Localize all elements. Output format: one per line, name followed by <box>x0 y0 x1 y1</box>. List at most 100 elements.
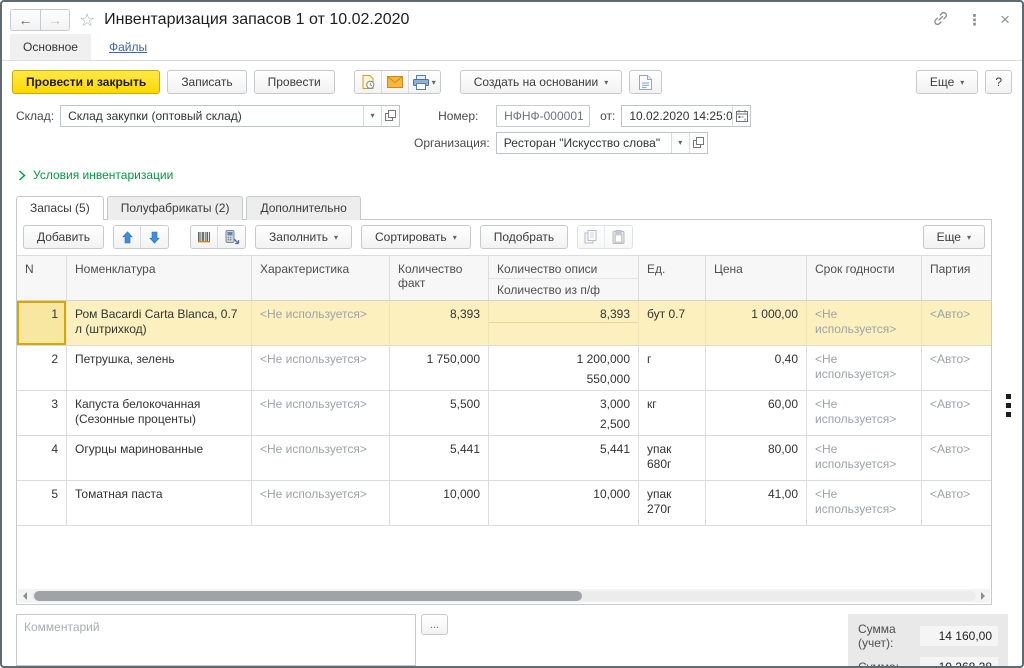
col-nomenclature[interactable]: Номенклатура <box>67 256 252 300</box>
warehouse-label: Склад: <box>16 109 54 123</box>
move-down-icon[interactable] <box>141 226 168 248</box>
table-more-button[interactable]: Еще ▾ <box>923 225 985 249</box>
sum-label: Сумма: <box>858 660 899 668</box>
clipboard-group <box>577 225 633 249</box>
app-window: ← → ☆ Инвентаризация запасов 1 от 10.02.… <box>0 0 1024 668</box>
table-row[interactable]: 1 Ром Bacardi Carta Blanca, 0.7 л (штрих… <box>17 301 991 346</box>
kebab-menu-icon[interactable]: ⋮ <box>967 11 982 29</box>
save-button[interactable]: Записать <box>167 70 246 94</box>
document-fields: Склад: Склад закупки (оптовый склад) ▾ Н… <box>2 102 1022 154</box>
horizontal-scrollbar[interactable] <box>18 589 990 603</box>
number-label: Номер: <box>438 109 490 123</box>
favorite-star-icon[interactable]: ☆ <box>79 11 95 29</box>
close-icon[interactable]: × <box>1000 10 1010 30</box>
col-batch[interactable]: Партия <box>922 256 991 300</box>
inventory-conditions-label: Условия инвентаризации <box>33 168 173 182</box>
barcode-icon[interactable] <box>191 226 218 248</box>
number-value: НФНФ-000001 <box>504 109 584 123</box>
open-list-icon[interactable] <box>689 133 707 153</box>
comment-input[interactable] <box>16 614 416 666</box>
move-up-icon[interactable] <box>114 226 141 248</box>
create-based-on-label: Создать на основании <box>474 75 599 89</box>
barcode-group <box>190 225 246 249</box>
data-terminal-icon[interactable] <box>218 226 245 248</box>
nav-tabs: Основное Файлы <box>2 34 1022 61</box>
scroll-right-icon[interactable] <box>976 589 990 603</box>
open-list-icon[interactable] <box>381 106 399 126</box>
totals-panel: Сумма (учет): 14 160,00 Сумма: 10 268,28 <box>848 614 1008 668</box>
history-nav: ← → <box>10 9 70 31</box>
title-bar: ← → ☆ Инвентаризация запасов 1 от 10.02.… <box>2 2 1022 34</box>
col-unit[interactable]: Ед. <box>639 256 706 300</box>
pick-button[interactable]: Подобрать <box>480 225 568 249</box>
warehouse-value: Склад закупки (оптовый склад) <box>61 106 363 126</box>
tab-additional[interactable]: Дополнительно <box>246 196 360 220</box>
table-row[interactable]: 4 Огурцы маринованные <Не используется> … <box>17 436 991 481</box>
posting-status-icon[interactable] <box>355 71 382 93</box>
more-button[interactable]: Еще ▾ <box>916 70 978 94</box>
organization-label: Организация: <box>414 136 490 150</box>
add-row-button[interactable]: Добавить <box>23 225 104 249</box>
chevron-down-icon[interactable]: ▾ <box>363 106 381 126</box>
tab-stocks[interactable]: Запасы (5) <box>16 196 104 220</box>
scrollbar-track[interactable] <box>32 591 976 601</box>
table-body: 1 Ром Bacardi Carta Blanca, 0.7 л (штрих… <box>17 301 991 526</box>
dropdown-caret-icon: ▾ <box>604 78 608 87</box>
fill-button[interactable]: Заполнить ▾ <box>255 225 352 249</box>
col-n[interactable]: N <box>17 256 67 300</box>
col-expiry[interactable]: Срок годности <box>807 256 922 300</box>
date-field[interactable]: 10.02.2020 14:25:03 <box>621 105 751 127</box>
more-label: Еще <box>930 75 954 89</box>
col-price[interactable]: Цена <box>706 256 807 300</box>
move-row-group <box>113 225 169 249</box>
page-title: Инвентаризация запасов 1 от 10.02.2020 <box>104 11 409 29</box>
scrollbar-thumb[interactable] <box>34 591 582 601</box>
forward-button[interactable]: → <box>40 9 70 31</box>
paste-rows-icon[interactable] <box>605 226 632 248</box>
stocks-panel: Добавить Заполнить ▾ <box>16 219 992 605</box>
calendar-icon[interactable] <box>732 106 750 126</box>
warehouse-combobox[interactable]: Склад закупки (оптовый склад) ▾ <box>60 105 400 127</box>
copy-rows-icon[interactable] <box>578 226 605 248</box>
tab-files[interactable]: Файлы <box>107 34 149 60</box>
post-and-close-button[interactable]: Провести и закрыть <box>12 70 160 94</box>
tab-semifinished[interactable]: Полуфабрикаты (2) <box>107 196 244 220</box>
post-button[interactable]: Провести <box>254 70 335 94</box>
inventory-conditions-link[interactable]: Условия инвентаризации <box>2 158 1022 184</box>
comment-expand-button[interactable]: ... <box>421 614 448 635</box>
number-field[interactable]: НФНФ-000001 <box>496 105 590 127</box>
table-row[interactable]: 3 Капуста белокочанная (Сезонные процент… <box>17 391 991 436</box>
sort-button[interactable]: Сортировать ▾ <box>361 225 471 249</box>
col-characteristic[interactable]: Характеристика <box>252 256 390 300</box>
col-qty-semi-label: Количество из п/ф <box>489 279 638 300</box>
email-icon[interactable] <box>382 71 409 93</box>
scroll-left-icon[interactable] <box>18 589 32 603</box>
print-icon[interactable]: ▾ <box>409 71 440 93</box>
table-row[interactable]: 2 Петрушка, зелень <Не используется> 1 7… <box>17 346 991 391</box>
back-button[interactable]: ← <box>10 9 40 31</box>
splitter-grip-icon[interactable] <box>1006 394 1011 417</box>
table-header: N Номенклатура Характеристика Количество… <box>17 255 991 301</box>
tab-main[interactable]: Основное <box>10 34 91 60</box>
dropdown-caret-icon: ▾ <box>334 233 338 242</box>
reports-doc-button[interactable] <box>629 70 662 94</box>
document-icon-group: ▾ <box>354 70 441 94</box>
col-qty-list-label: Количество описи <box>489 256 638 279</box>
col-qty-list[interactable]: Количество описи Количество из п/ф <box>489 256 639 300</box>
organization-combobox[interactable]: Ресторан "Искусство слова" ▾ <box>496 132 708 154</box>
sum-account-value: 14 160,00 <box>920 626 998 646</box>
table-empty-area <box>17 526 991 588</box>
footer: ... Сумма (учет): 14 160,00 Сумма: 10 26… <box>2 605 1022 668</box>
col-qty-fact[interactable]: Количество факт <box>390 256 489 300</box>
dropdown-caret-icon: ▾ <box>967 233 971 242</box>
table-toolbar: Добавить Заполнить ▾ <box>17 220 991 255</box>
chevron-right-icon <box>18 170 26 181</box>
forward-arrow-icon: → <box>48 12 62 28</box>
dropdown-caret-icon: ▾ <box>432 78 436 87</box>
table-row[interactable]: 5 Томатная паста <Не используется> 10,00… <box>17 481 991 526</box>
chevron-down-icon[interactable]: ▾ <box>671 133 689 153</box>
help-button[interactable]: ? <box>985 70 1012 94</box>
organization-value: Ресторан "Искусство слова" <box>497 133 671 153</box>
link-icon[interactable] <box>932 10 949 30</box>
create-based-on-button[interactable]: Создать на основании ▾ <box>460 70 623 94</box>
